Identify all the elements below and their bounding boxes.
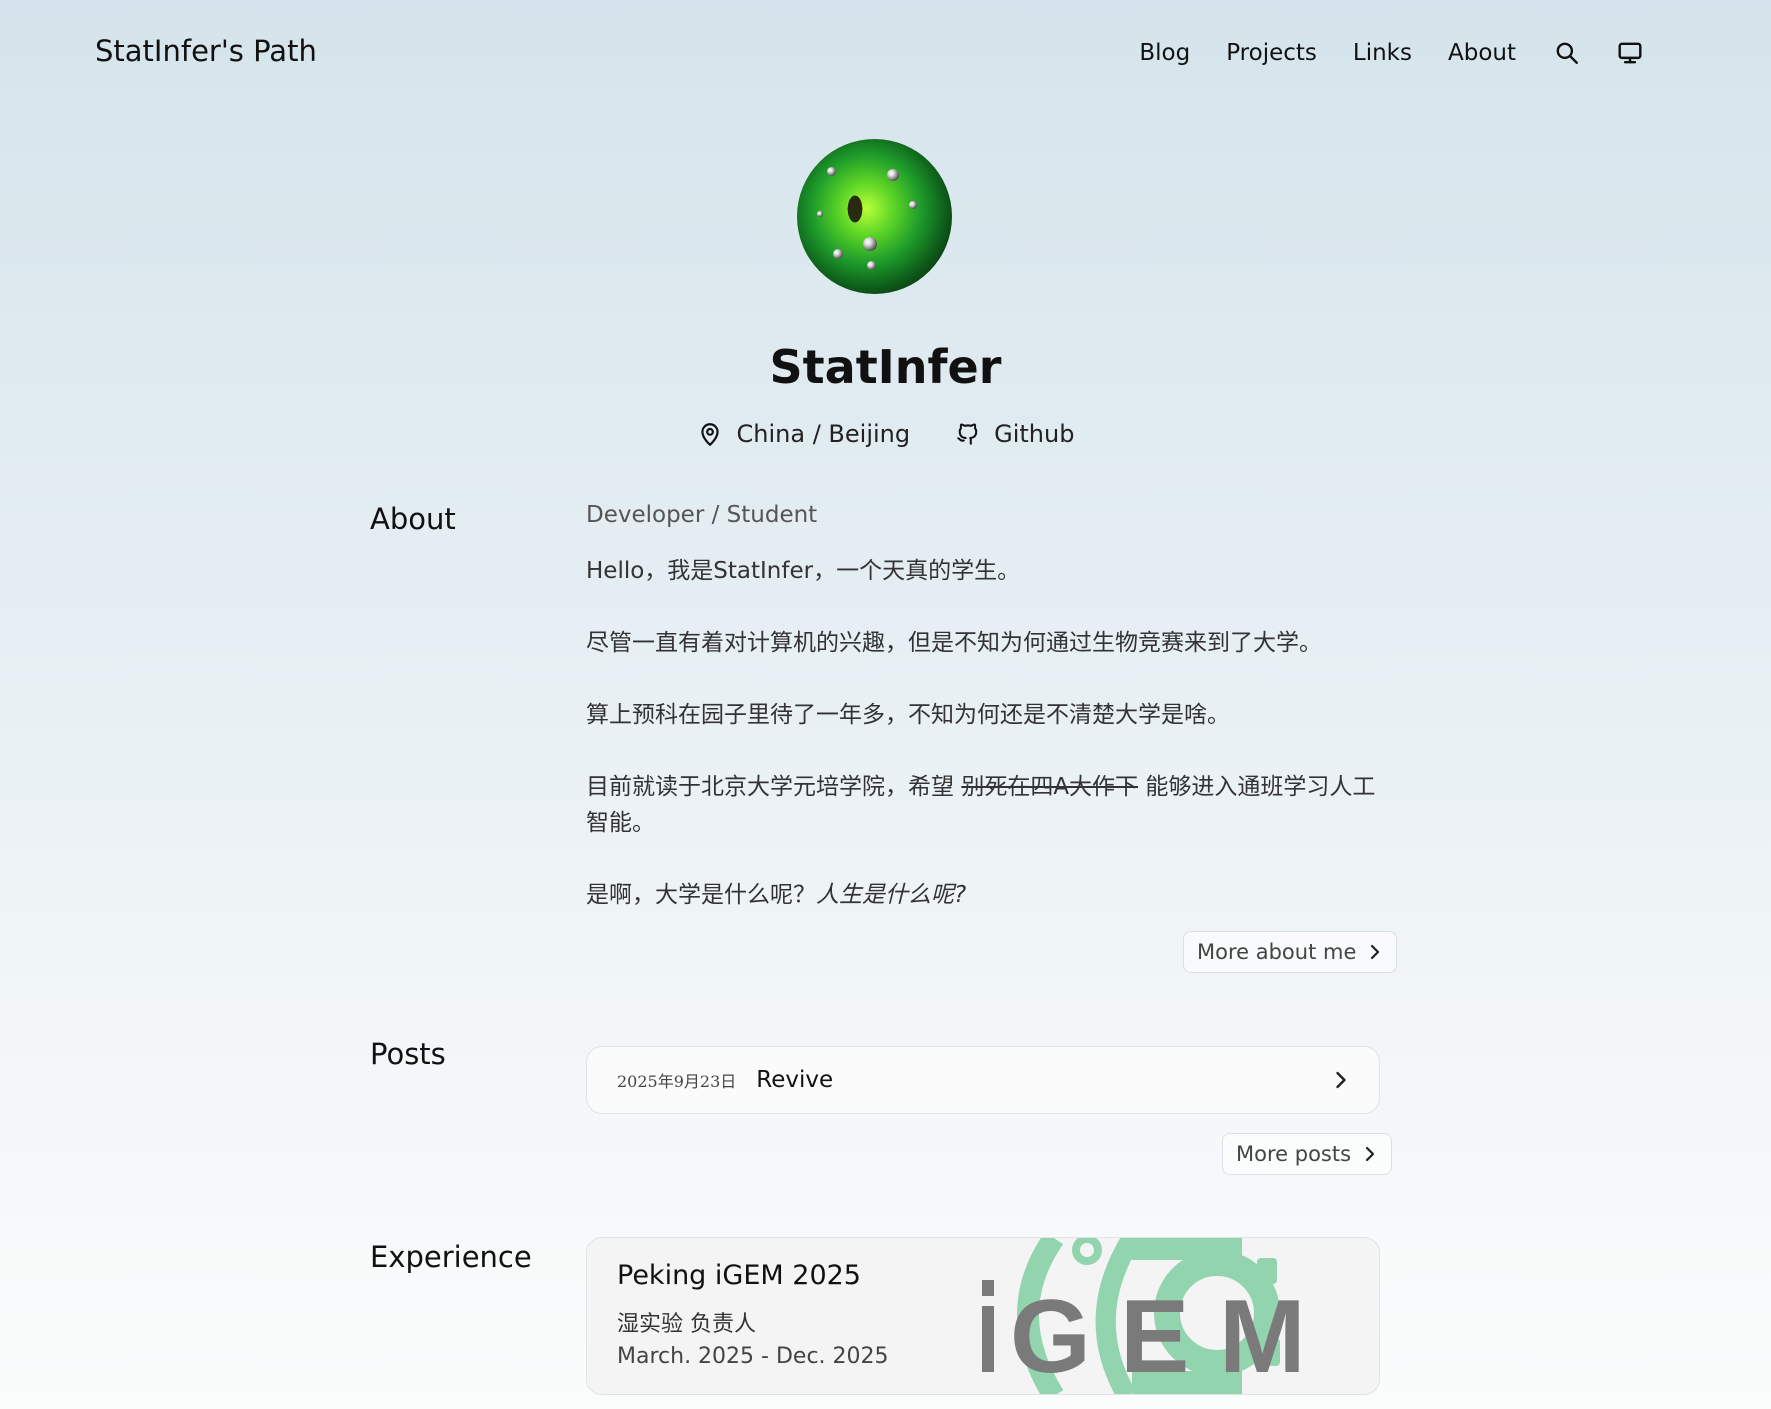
more-posts-label: More posts [1236,1142,1352,1166]
posts-heading: Posts [370,1037,446,1071]
profile-name: StatInfer [769,340,1002,394]
avatar [797,139,952,294]
experience-card[interactable]: Peking iGEM 2025 湿实验 负责人 March. 2025 - D… [586,1237,1380,1395]
about-p5-start: 是啊，大学是什么呢？ [586,882,816,908]
chevron-right-icon [1336,1071,1346,1089]
post-item[interactable]: 2025年9月23日 Revive [586,1046,1380,1114]
more-about-me-button[interactable]: More about me [1183,931,1398,973]
more-posts-button[interactable]: More posts [1222,1133,1393,1175]
chevron-right-icon [1371,944,1380,960]
site-header: StatInfer's Path Blog Projects Links Abo… [0,0,1771,108]
map-pin-icon [700,423,719,446]
location-label: China / Beijing [736,420,911,448]
about-paragraph-3: 算上预科在园子里待了一年多，不知为何还是不清楚大学是啥。 [586,702,1230,728]
strikethrough-text: 别死在四A大作下 [961,774,1139,800]
profile-meta: China / Beijing Github [0,420,1771,448]
github-label: Github [994,420,1075,448]
nav-about[interactable]: About [1448,40,1516,66]
nav-links[interactable]: Links [1353,40,1412,66]
github-link[interactable]: Github [954,420,1074,448]
search-icon[interactable] [1552,38,1582,68]
about-p4-start: 目前就读于北京大学元培学院，希望 [586,774,962,800]
svg-text:G: G [1010,1279,1091,1395]
experience-heading: Experience [370,1240,532,1274]
github-icon [957,423,978,445]
monitor-icon[interactable] [1615,38,1645,68]
about-text: Hello，我是StatInfer，一个天真的学生。 尽管一直有着对计算机的兴趣… [586,553,1386,949]
about-paragraph-5: 是啊，大学是什么呢？人生是什么呢? [586,877,1386,913]
igem-logo: G E M [982,1238,1306,1395]
post-title: Revive [756,1067,834,1093]
about-paragraph-4: 目前就读于北京大学元培学院，希望 别死在四A大作下 能够进入通班学习人工智能。 [586,769,1386,841]
experience-dates: March. 2025 - Dec. 2025 [617,1344,889,1369]
nav-projects[interactable]: Projects [1226,40,1317,66]
post-date: 2025年9月23日 [617,1072,737,1091]
about-heading: About [370,502,456,536]
about-paragraph-1: Hello，我是StatInfer，一个天真的学生。 [586,558,1021,584]
about-role: Developer / Student [586,502,818,528]
svg-text:E: E [1120,1279,1189,1395]
chevron-right-icon [1365,1146,1375,1162]
more-about-me-label: More about me [1197,940,1357,964]
svg-text:M: M [1219,1279,1306,1395]
nav-blog[interactable]: Blog [1139,40,1190,66]
experience-role: 湿实验 负责人 [617,1312,756,1337]
site-title[interactable]: StatInfer's Path [95,34,317,68]
about-paragraph-2: 尽管一直有着对计算机的兴趣，但是不知为何通过生物竞赛来到了大学。 [586,630,1322,656]
main-nav: Blog Projects Links About [1139,38,1771,68]
experience-title: Peking iGEM 2025 [617,1260,861,1291]
location: China / Beijing [697,420,911,448]
about-p5-italic: 人生是什么呢? [816,882,967,908]
